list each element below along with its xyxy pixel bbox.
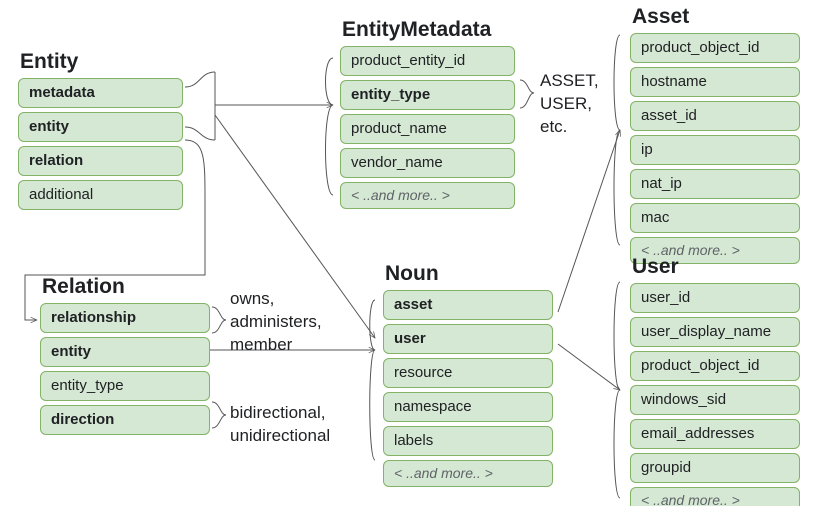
asset-field-nat-ip: nat_ip [630, 169, 800, 199]
user-title: User [630, 255, 800, 279]
entitymetadata-field-product-name: product_name [340, 114, 515, 144]
noun-field-user: user [383, 324, 553, 354]
user-more: < ..and more.. > [630, 487, 800, 506]
entitymetadata-field-product-entity-id: product_entity_id [340, 46, 515, 76]
relationship-annotation: owns, administers, member [230, 288, 322, 357]
relation-field-relationship: relationship [40, 303, 210, 333]
user-field-product-object-id: product_object_id [630, 351, 800, 381]
entity-field-relation: relation [18, 146, 183, 176]
asset-field-hostname: hostname [630, 67, 800, 97]
entity-title: Entity [18, 50, 183, 74]
user-field-user-display-name: user_display_name [630, 317, 800, 347]
asset-field-asset-id: asset_id [630, 101, 800, 131]
relation-field-entity-type: entity_type [40, 371, 210, 401]
entitymetadata-field-vendor-name: vendor_name [340, 148, 515, 178]
noun-field-namespace: namespace [383, 392, 553, 422]
noun-field-asset: asset [383, 290, 553, 320]
asset-box: Asset product_object_id hostname asset_idi… [630, 5, 800, 268]
noun-field-resource: resource [383, 358, 553, 388]
relation-field-entity: entity [40, 337, 210, 367]
entity-field-additional: additional [18, 180, 183, 210]
relation-box: Relation relationship entity entity_typedi… [40, 275, 210, 439]
entitymetadata-box: EntityMetadata product_entity_id entity_t… [340, 18, 515, 213]
entitytype-annotation: ASSET, USER, etc. [540, 70, 599, 139]
user-field-email-addresses: email_addresses [630, 419, 800, 449]
asset-field-mac: mac [630, 203, 800, 233]
entitymetadata-more: < ..and more.. > [340, 182, 515, 209]
relation-title: Relation [40, 275, 210, 299]
user-field-groupid: groupid [630, 453, 800, 483]
entitymetadata-title: EntityMetadata [340, 18, 515, 42]
noun-box: Noun asset user resource namespace labels < … [383, 262, 553, 491]
entity-field-entity: entity [18, 112, 183, 142]
entity-box: Entity metadata entity relation additional [18, 50, 183, 214]
asset-field-product-object-id: product_object_id [630, 33, 800, 63]
noun-more: < ..and more.. > [383, 460, 553, 487]
entitymetadata-field-entity-type: entity_type [340, 80, 515, 110]
direction-annotation: bidirectional, unidirectional [230, 402, 330, 448]
relation-field-direction: direction [40, 405, 210, 435]
user-field-user-id: user_id [630, 283, 800, 313]
noun-field-labels: labels [383, 426, 553, 456]
user-box: User user_id user_display_name product_obj… [630, 255, 800, 506]
asset-title: Asset [630, 5, 800, 29]
user-field-windows-sid: windows_sid [630, 385, 800, 415]
noun-title: Noun [383, 262, 553, 286]
entity-field-metadata: metadata [18, 78, 183, 108]
asset-field-ip: ip [630, 135, 800, 165]
